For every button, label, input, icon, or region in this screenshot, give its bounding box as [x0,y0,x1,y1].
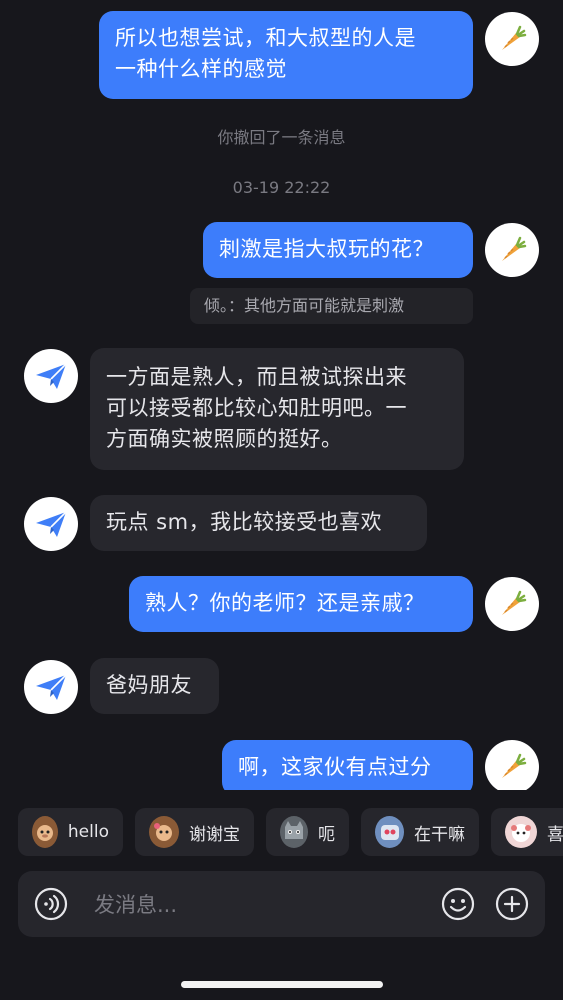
message-bubble-sent[interactable]: 所以也想尝试，和大叔型的人是 一种什么样的感觉 [99,11,473,99]
carrot-icon [502,590,527,615]
quick-reply-chip[interactable]: 呃 [266,808,349,856]
carrot-icon [502,236,527,261]
cat-emoji-icon [280,816,308,848]
carrot-icon [502,753,527,778]
message-text: 啊，这家伙有点过分 [238,755,432,779]
system-message: 你撤回了一条消息 [217,128,346,147]
plus-icon [495,887,529,921]
emoji-button[interactable] [441,887,475,921]
quick-reply-chip[interactable]: 喜 [491,808,563,856]
message-bubble-sent[interactable]: 熟人？你的老师？还是亲戚？ [129,576,473,632]
message-text: 熟人？你的老师？还是亲戚？ [145,591,425,615]
carrot-icon [502,25,527,50]
message-bubble-received[interactable]: 一方面是熟人，而且被试探出来 可以接受都比较心知肚明吧。一 方面确实被照顾的挺好… [90,348,464,470]
message-text: 爸妈朋友 [106,673,192,697]
paper-plane-icon [36,674,67,700]
contact-avatar[interactable] [24,497,78,551]
message-bubble-sent[interactable]: 刺激是指大叔玩的花？ [203,222,473,278]
message-text: 刺激是指大叔玩的花？ [219,237,434,261]
voice-icon [34,887,68,921]
quick-reply-bar: hello 谢谢宝 呃 在干嘛 喜 [0,806,563,858]
quoted-message[interactable]: 倾。：其他方面可能就是刺激 [190,288,473,324]
quick-reply-label: 呃 [318,824,335,845]
message-text: 可以接受都比较心知肚明吧。一 [106,396,407,420]
message-bubble-sent[interactable]: 啊，这家伙有点过分 [222,740,473,790]
paper-plane-icon [36,363,67,389]
home-indicator[interactable] [181,981,383,988]
smiley-icon [441,887,475,921]
message-text: 所以也想尝试，和大叔型的人是 [115,26,416,50]
paper-plane-icon [36,511,67,537]
contact-avatar[interactable] [24,660,78,714]
voice-button[interactable] [34,887,68,921]
my-avatar[interactable] [485,223,539,277]
my-avatar[interactable] [485,577,539,631]
quick-reply-chip[interactable]: hello [18,808,123,856]
my-avatar[interactable] [485,12,539,66]
message-text: 方面确实被照顾的挺好。 [106,427,343,451]
monkey-flower-emoji-icon [149,816,179,848]
message-composer [18,871,545,937]
message-bubble-received[interactable]: 爸妈朋友 [90,658,219,714]
sheep-emoji-icon [505,816,537,848]
quick-reply-label: hello [67,822,109,842]
my-avatar[interactable] [485,740,539,790]
quick-reply-label: 喜 [547,824,563,845]
quick-reply-chip[interactable]: 谢谢宝 [135,808,254,856]
contact-avatar[interactable] [24,349,78,403]
message-bubble-received[interactable]: 玩点 sm，我比较接受也喜欢 [90,495,427,551]
message-text: 一种什么样的感觉 [115,57,287,81]
message-text: 玩点 sm，我比较接受也喜欢 [106,510,383,534]
timestamp: 03-19 22:22 [232,178,331,197]
message-input[interactable] [92,884,416,926]
add-button[interactable] [495,887,529,921]
quick-reply-label: 在干嘛 [414,824,465,845]
quick-reply-label: 谢谢宝 [189,824,240,845]
quick-reply-chip[interactable]: 在干嘛 [361,808,479,856]
message-text: 一方面是熟人，而且被试探出来 [106,365,407,389]
chat-area[interactable]: 所以也想尝试，和大叔型的人是 一种什么样的感觉 你撤回了一条消息 03-19 2… [0,0,563,790]
monkey-emoji-icon [32,816,58,848]
robot-emoji-icon [375,816,404,848]
